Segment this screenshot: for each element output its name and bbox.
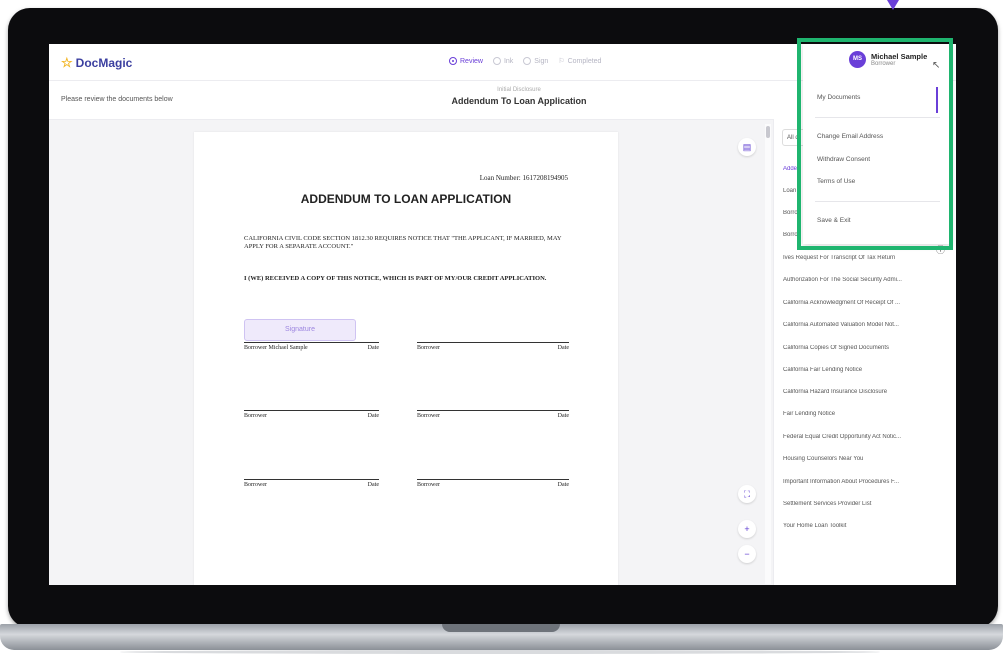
laptop-notch xyxy=(442,624,560,632)
document-page: Loan Number: 1617208194905 ADDENDUM TO L… xyxy=(194,132,618,585)
logo[interactable]: ☆ DocMagic xyxy=(61,55,132,71)
document-list-item[interactable]: Your Home Loan Toolkit xyxy=(783,523,921,529)
document-list-item[interactable]: California Copies Of Signed Documents xyxy=(783,345,921,351)
document-list-item[interactable]: Settlement Services Provider List xyxy=(783,501,921,507)
date-label: Date xyxy=(557,345,569,351)
step-completed: ⚐ Completed xyxy=(558,57,602,66)
laptop-shadow xyxy=(120,650,880,654)
pointer-arrow-icon xyxy=(887,0,899,10)
radio-icon xyxy=(523,57,532,65)
document-scrollbar[interactable] xyxy=(765,124,771,584)
flag-icon: ⚐ xyxy=(558,58,565,65)
print-icon[interactable]: ▤ xyxy=(738,138,756,156)
highlight-box xyxy=(797,38,953,250)
instructions-text: Please review the documents below xyxy=(61,96,173,103)
document-list-item[interactable]: California Hazard Insurance Disclosure xyxy=(783,389,921,395)
progress-steps: Review Ink Sign ⚐ Completed xyxy=(449,57,601,65)
fullscreen-icon[interactable]: ⛶ xyxy=(738,485,756,503)
step-sign: Sign xyxy=(523,57,548,65)
document-list-item[interactable]: Important Information About Procedures F… xyxy=(783,479,921,485)
star-icon: ☆ xyxy=(61,55,73,70)
scroll-indicator xyxy=(936,87,938,113)
document-list-item[interactable]: Federal Equal Credit Opportunity Act Not… xyxy=(783,434,921,440)
signer-name: Borrower xyxy=(417,413,440,419)
radio-icon xyxy=(449,57,457,65)
receipt-paragraph: I (WE) RECEIVED A COPY OF THIS NOTICE, W… xyxy=(244,275,547,282)
document-list-item[interactable]: California Acknowledgment Of Receipt Of … xyxy=(783,300,921,306)
scrollbar-thumb[interactable] xyxy=(766,126,770,138)
logo-text: DocMagic xyxy=(75,56,133,70)
step-label: Sign xyxy=(534,57,549,65)
date-label: Date xyxy=(367,482,379,488)
signature-line: Borrower Date xyxy=(417,479,569,492)
signature-line: Borrower Date xyxy=(417,342,569,355)
signature-line: Borrower Date xyxy=(244,410,379,423)
step-label: Ink xyxy=(503,57,514,65)
signature-line: Borrower Michael Sample Date xyxy=(244,342,379,355)
document-title: Addendum To Loan Application xyxy=(451,96,587,106)
signer-name: Borrower xyxy=(244,413,267,419)
signer-name: Borrower xyxy=(417,482,440,488)
step-label: Completed xyxy=(567,57,602,65)
zoom-out-icon[interactable]: − xyxy=(738,545,756,563)
document-heading: Initial Disclosure Addendum To Loan Appl… xyxy=(419,87,619,106)
document-list-item[interactable]: Housing Counselors Near You xyxy=(783,456,921,462)
notice-paragraph: CALIFORNIA CIVIL CODE SECTION 1812.30 RE… xyxy=(244,235,562,250)
date-label: Date xyxy=(557,413,569,419)
document-list-item[interactable]: Fair Lending Notice xyxy=(783,411,921,417)
signature-line: Borrower Date xyxy=(417,410,569,423)
document-list-item[interactable]: California Fair Lending Notice xyxy=(783,367,921,373)
signer-name: Borrower Michael Sample xyxy=(244,345,308,351)
signer-name: Borrower xyxy=(417,345,440,351)
signature-button[interactable]: Signature xyxy=(244,319,356,341)
document-category: Initial Disclosure xyxy=(497,87,541,93)
cursor-icon: ↖ xyxy=(932,60,941,71)
document-list-item[interactable]: Ives Request For Transcript Of Tax Retur… xyxy=(783,255,921,261)
date-label: Date xyxy=(367,413,379,419)
zoom-in-icon[interactable]: + xyxy=(738,520,756,538)
loan-number: Loan Number: 1617208194905 xyxy=(479,174,568,182)
date-label: Date xyxy=(367,345,379,351)
step-review: Review xyxy=(449,57,483,65)
step-ink: Ink xyxy=(492,57,514,65)
document-list-item[interactable]: California Automated Valuation Model Not… xyxy=(783,322,921,328)
date-label: Date xyxy=(557,482,569,488)
signer-name: Borrower xyxy=(244,482,267,488)
radio-icon xyxy=(492,57,501,65)
document-list-item[interactable]: Authorization For The Social Security Ad… xyxy=(783,277,921,283)
step-label: Review xyxy=(460,57,483,65)
signature-line: Borrower Date xyxy=(244,479,379,492)
page-title: ADDENDUM TO LOAN APPLICATION xyxy=(300,192,512,206)
